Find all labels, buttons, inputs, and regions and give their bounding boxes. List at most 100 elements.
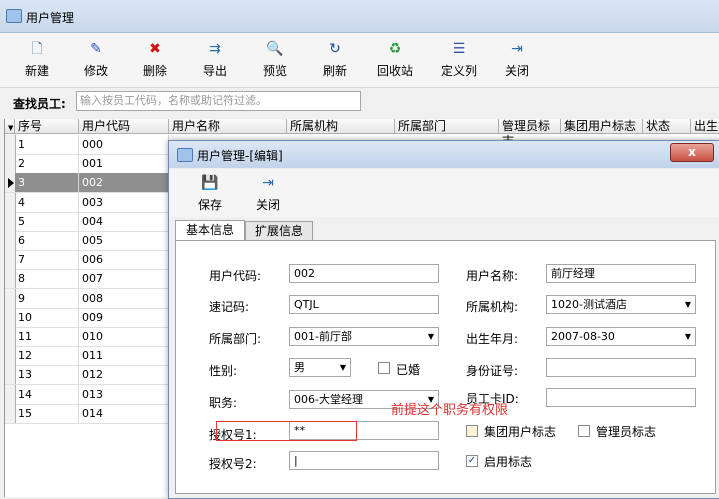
column-header[interactable]: 状态 xyxy=(643,119,691,134)
preview-icon: 🔍 xyxy=(266,41,284,57)
user-name-label: 用户名称: xyxy=(466,269,519,283)
cell-index: 4 xyxy=(15,192,79,212)
grid-header-indicator: ▼ xyxy=(5,119,15,134)
dialog-titlebar: 用户管理-[编辑] x xyxy=(169,141,719,168)
birth-label: 出生年月: xyxy=(466,332,519,346)
basic-info-panel: 用户代码: 002 用户名称: 前厅经理 速记码: QTJL 所属机构: 102… xyxy=(175,240,716,494)
toolbar-button-6[interactable]: ♻ 回收站 xyxy=(368,37,422,83)
column-header[interactable]: 序号 xyxy=(15,119,79,134)
cell-index: 6 xyxy=(15,231,79,250)
married-checkbox[interactable] xyxy=(378,362,390,374)
column-header[interactable]: 集团用户标志 xyxy=(561,119,643,134)
dialog-toolbar-button-label: 保存 xyxy=(197,198,222,212)
search-label: 查找员工: xyxy=(13,97,66,111)
shortcode-field[interactable]: QTJL xyxy=(289,295,439,314)
cell-index: 7 xyxy=(15,250,79,270)
cell-user-code: 005 xyxy=(79,231,169,250)
dialog-title: 用户管理-[编辑] xyxy=(197,149,283,163)
app-icon xyxy=(6,9,22,23)
cell-user-code: 011 xyxy=(79,346,169,366)
dept-select[interactable]: 001-前厅部 xyxy=(289,327,439,346)
cell-index: 13 xyxy=(15,365,79,385)
admin-checkbox[interactable] xyxy=(578,425,590,437)
cell-index: 9 xyxy=(15,288,79,308)
cell-index: 2 xyxy=(15,154,79,174)
cell-user-code: 009 xyxy=(79,307,169,327)
search-row: 查找员工: 输入按员工代码，名称或助记符过滤。 xyxy=(0,88,719,118)
cell-user-code: 002 xyxy=(79,173,169,193)
toolbar-button-2[interactable]: ✖ 删除 xyxy=(128,37,182,83)
user-name-field[interactable]: 前厅经理 xyxy=(546,264,696,283)
cell-user-code: 006 xyxy=(79,250,169,270)
married-label: 已婚 xyxy=(396,363,421,377)
toolbar-button-7[interactable]: ☰ 定义列 xyxy=(432,37,486,83)
toolbar-button-0[interactable]: 🗋 新建 xyxy=(10,37,64,83)
auth2-field[interactable]: | xyxy=(289,451,439,470)
toolbar-button-label: 删除 xyxy=(142,64,167,78)
dialog-toolbar-button-0[interactable]: 💾 保存 xyxy=(183,171,237,217)
org-label: 所属机构: xyxy=(466,300,519,314)
refresh-icon: ↻ xyxy=(329,41,341,57)
cell-user-code: 004 xyxy=(79,211,169,231)
birth-date-picker[interactable]: 2007-08-30 xyxy=(546,327,696,346)
toolbar-button-label: 刷新 xyxy=(322,64,347,78)
toolbar-button-4[interactable]: 🔍 预览 xyxy=(248,37,302,83)
toolbar-button-8[interactable]: ⇥ 关闭 xyxy=(490,37,544,83)
cell-user-code: 012 xyxy=(79,365,169,385)
cell-user-code: 001 xyxy=(79,154,169,174)
gender-select[interactable]: 男 xyxy=(289,358,351,377)
search-input[interactable]: 输入按员工代码，名称或助记符过滤。 xyxy=(76,91,361,111)
cell-user-code: 013 xyxy=(79,384,169,404)
column-header[interactable]: 用户名称 xyxy=(169,119,287,134)
dialog-close-button[interactable]: x xyxy=(670,143,714,162)
idcard-label: 身份证号: xyxy=(466,364,519,378)
toolbar-button-label: 定义列 xyxy=(440,64,477,78)
column-header[interactable]: 管理员标志 xyxy=(499,119,561,148)
cell-index: 14 xyxy=(15,384,79,404)
group-user-checkbox[interactable] xyxy=(466,425,478,437)
toolbar-button-1[interactable]: ✎ 修改 xyxy=(69,37,123,83)
column-header[interactable]: 所属部门 xyxy=(395,119,499,134)
dept-label: 所属部门: xyxy=(209,332,262,346)
cell-index: 3 xyxy=(15,173,79,193)
toolbar-button-label: 关闭 xyxy=(504,64,529,78)
edit-pen-icon: ✎ xyxy=(90,41,102,57)
user-code-field[interactable]: 002 xyxy=(289,264,439,283)
annotation-highlight-box xyxy=(216,421,357,441)
toolbar-button-3[interactable]: ⇉ 导出 xyxy=(188,37,242,83)
cell-index: 11 xyxy=(15,327,79,346)
export-icon: ⇉ xyxy=(209,41,221,57)
group-user-label: 集团用户标志 xyxy=(484,425,557,439)
toolbar-button-5[interactable]: ↻ 刷新 xyxy=(308,37,362,83)
cell-user-code: 008 xyxy=(79,288,169,308)
gender-label: 性别: xyxy=(209,364,238,378)
cell-index: 15 xyxy=(15,403,79,423)
toolbar-button-label: 预览 xyxy=(262,64,287,78)
delete-x-icon: ✖ xyxy=(149,41,161,57)
dialog-toolbar: 💾 保存 ⇥ 关闭 xyxy=(169,169,719,217)
column-header[interactable]: 所属机构 xyxy=(287,119,395,134)
idcard-field[interactable] xyxy=(546,358,696,377)
tab-basic-info[interactable]: 基本信息 xyxy=(175,220,245,241)
user-code-label: 用户代码: xyxy=(209,269,262,283)
position-label: 职务: xyxy=(209,396,238,410)
columns-icon: ☰ xyxy=(452,41,466,57)
cell-index: 5 xyxy=(15,211,79,231)
close-door-icon: ⇥ xyxy=(262,175,274,191)
cell-index: 10 xyxy=(15,307,79,327)
cell-user-code: 014 xyxy=(79,403,169,423)
enabled-checkbox[interactable]: ✓ xyxy=(466,455,478,467)
dialog-toolbar-button-1[interactable]: ⇥ 关闭 xyxy=(241,171,295,217)
toolbar-button-label: 修改 xyxy=(83,64,108,78)
main-toolbar: 🗋 新建 ✎ 修改 ✖ 删除 ⇉ 导出 🔍 预览 ↻ 刷新 ♻ 回收站 ☰ 定义列 ⇥ 关闭 xyxy=(0,33,719,88)
tab-extended-info[interactable]: 扩展信息 xyxy=(245,221,313,241)
column-header[interactable]: 出生 xyxy=(691,119,719,134)
auth2-label: 授权号2: xyxy=(209,457,257,471)
staffcard-field[interactable] xyxy=(546,388,696,407)
org-select[interactable]: 1020-测试酒店 xyxy=(546,295,696,314)
admin-label: 管理员标志 xyxy=(596,425,657,439)
column-header[interactable]: 用户代码 xyxy=(79,119,169,134)
cell-user-code: 007 xyxy=(79,269,169,289)
annotation-text: 前提这个职务有权限 xyxy=(391,403,509,418)
main-window-titlebar: 用户管理 xyxy=(0,0,719,33)
